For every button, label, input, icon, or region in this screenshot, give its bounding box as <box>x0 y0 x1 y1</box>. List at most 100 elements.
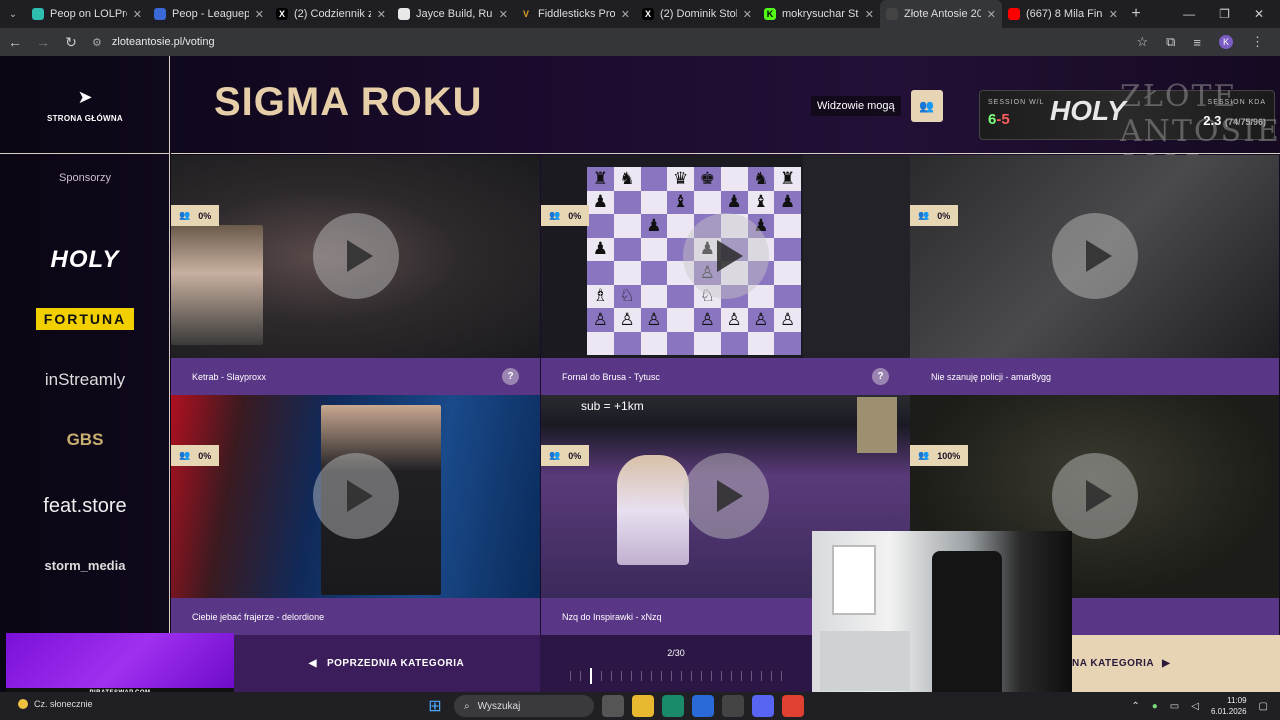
tab-3[interactable]: Jayce Build, Runes, ar✕ <box>392 0 514 28</box>
volume-icon[interactable]: ◁ <box>1191 701 1199 712</box>
edge-icon[interactable] <box>662 695 684 717</box>
media-icon[interactable]: ≡ <box>1193 35 1201 50</box>
play-button[interactable] <box>683 213 769 299</box>
play-button[interactable] <box>313 213 399 299</box>
file-explorer-icon[interactable] <box>632 695 654 717</box>
window-controls: — ❐ ✕ <box>1183 7 1280 21</box>
users-icon: 👥 <box>179 450 191 460</box>
discord-icon[interactable] <box>752 695 774 717</box>
tab-search-icon[interactable]: ⌄ <box>0 0 26 28</box>
users-icon: 👥 <box>549 450 561 460</box>
sponsor-holy-logo[interactable]: HOLY <box>0 246 170 274</box>
close-window-icon[interactable]: ✕ <box>1254 7 1264 21</box>
taskbar-search[interactable]: ⌕ Wyszukaj <box>454 695 594 717</box>
windows-start-icon[interactable]: ⊞ <box>424 695 446 717</box>
close-icon[interactable]: ✕ <box>987 8 996 21</box>
close-icon[interactable]: ✕ <box>499 8 508 21</box>
clip-caption: Nie szanuję policji - amar8ygg <box>910 358 1279 395</box>
tab-6[interactable]: Kmokrysuchar Stream✕ <box>758 0 880 28</box>
close-icon[interactable]: ✕ <box>133 8 142 21</box>
users-icon[interactable]: 👥 <box>910 90 943 122</box>
play-icon <box>1086 480 1112 512</box>
clock-time: 11:09 <box>1227 696 1247 705</box>
tab-1[interactable]: Peop - Leaguepedia |✕ <box>148 0 270 28</box>
clip-card-3[interactable]: 👥 0% Nie szanuję policji - amar8ygg <box>910 155 1280 395</box>
search-placeholder: Wyszukaj <box>477 700 521 712</box>
clip-card-1[interactable]: 👥 0% Ketrab - Slayproxx? <box>171 155 540 395</box>
weather-label: Cz. słonecznie <box>34 699 93 709</box>
close-icon[interactable]: ✕ <box>255 8 264 21</box>
forward-icon[interactable]: → <box>36 34 50 50</box>
outlook-icon[interactable] <box>692 695 714 717</box>
person-figure <box>617 455 689 565</box>
sponsor-featstore-logo[interactable]: feat.store <box>0 495 170 518</box>
users-icon: 👥 <box>918 450 930 460</box>
tab-5[interactable]: X(2) Dominik Stokłosa✕ <box>636 0 758 28</box>
previous-category-button[interactable]: ◀ POPRZEDNIA KATEGORIA <box>233 635 540 692</box>
close-icon[interactable]: ✕ <box>621 8 630 21</box>
previous-category-label: POPRZEDNIA KATEGORIA <box>326 658 465 669</box>
session-kda-value: 2.3 (74/75/96) <box>1203 113 1266 128</box>
clip-caption: Ciebie jebać frajerze - delordione <box>171 598 540 635</box>
clip-card-2[interactable]: ♜ ♞ ♛ ♚ ♞ ♜ ♟ ♝ ♟ ♝ ♟ ♟ ♟ ♟ ♟ ♙ ♗ ♘ ♘ ♙ ♙ ♙ ♙ ♙ ♙ ♙ 👥 0% For… <box>541 155 910 395</box>
play-button[interactable] <box>313 453 399 539</box>
home-link[interactable]: ➤ STRONA GŁÓWNA <box>0 56 170 154</box>
next-category-button[interactable]: NA KATEGORIA ▶ <box>1072 635 1280 692</box>
leaguepedia-icon <box>154 8 166 20</box>
kick-icon: K <box>764 8 776 20</box>
bookmark-star-icon[interactable]: ☆ <box>1136 34 1148 50</box>
new-tab-icon[interactable]: + <box>1124 5 1148 23</box>
vote-percent-badge: 👥 100% <box>910 445 969 466</box>
progress-label: 2/30 <box>667 647 685 658</box>
build-icon <box>398 8 410 20</box>
sponsor-fortuna-logo[interactable]: FORTUNA <box>0 308 170 330</box>
tab-2[interactable]: X(2) Codziennik z Mon✕ <box>270 0 392 28</box>
chevron-up-icon[interactable]: ⌃ <box>1131 701 1139 712</box>
home-label: STRONA GŁÓWNA <box>46 113 124 123</box>
tab-0[interactable]: Peop on LOLPros.GG✕ <box>26 0 148 28</box>
browser-menu-icon[interactable]: ⋮ <box>1251 34 1264 50</box>
close-icon[interactable]: ✕ <box>377 8 386 21</box>
help-icon[interactable]: ? <box>872 368 889 385</box>
sponsor-instreamly-logo[interactable]: inStreamly <box>0 370 170 390</box>
sponsor-gbs-logo[interactable]: GBS <box>0 430 170 450</box>
network-icon[interactable]: ▭ <box>1170 701 1179 712</box>
tab-7-active[interactable]: Złote Antosie 2025 -✕ <box>880 0 1002 28</box>
weather-widget[interactable]: Cz. słonecznie <box>18 699 93 709</box>
profile-avatar[interactable]: K <box>1219 35 1233 49</box>
tab-8[interactable]: (667) 8 Mila Finałowa✕ <box>1002 0 1124 28</box>
url-text: zloteantosie.pl/voting <box>111 36 215 48</box>
play-button[interactable] <box>1052 453 1138 539</box>
users-icon: 👥 <box>179 210 191 220</box>
tab-4[interactable]: VFiddlesticks Probuild✕ <box>514 0 636 28</box>
clip-caption: Fornal do Brusa - Tytusc? <box>541 358 910 395</box>
minimize-icon[interactable]: — <box>1183 7 1195 21</box>
sponsor-stormmedia-logo[interactable]: storm_media <box>0 558 170 573</box>
vote-percent-badge: 👥 0% <box>910 205 959 226</box>
close-icon[interactable]: ✕ <box>1109 8 1118 21</box>
small-webcam-overlay <box>857 397 897 453</box>
back-icon[interactable]: ← <box>8 34 22 50</box>
system-tray: ⌃ ● ▭ ◁ 11:09 6.01.2026 ▢ <box>1131 695 1268 717</box>
extensions-icon[interactable]: ⧉ <box>1166 34 1175 50</box>
play-button[interactable] <box>683 453 769 539</box>
maximize-icon[interactable]: ❐ <box>1219 7 1230 21</box>
search-icon: ⌕ <box>464 700 470 712</box>
session-wl-label: SESSION W/L <box>988 99 1045 106</box>
task-view-icon[interactable] <box>602 695 624 717</box>
site-info-icon[interactable]: ⚙ <box>92 36 102 49</box>
clip-card-4[interactable]: 👥 0% Ciebie jebać frajerze - delordione <box>171 395 540 635</box>
window-in-cam <box>832 545 876 615</box>
url-field[interactable]: ⚙ zloteantosie.pl/voting <box>92 36 1122 49</box>
mic-icon[interactable]: ● <box>1152 701 1158 712</box>
chrome-icon[interactable] <box>782 695 804 717</box>
notifications-icon[interactable]: ▢ <box>1259 701 1268 712</box>
help-icon[interactable]: ? <box>502 368 519 385</box>
lolpros-icon <box>32 8 44 20</box>
clock[interactable]: 11:09 6.01.2026 <box>1211 695 1247 717</box>
store-icon[interactable] <box>722 695 744 717</box>
close-icon[interactable]: ✕ <box>865 8 874 21</box>
reload-icon[interactable]: ↻ <box>64 34 78 51</box>
close-icon[interactable]: ✕ <box>743 8 752 21</box>
play-button[interactable] <box>1052 213 1138 299</box>
